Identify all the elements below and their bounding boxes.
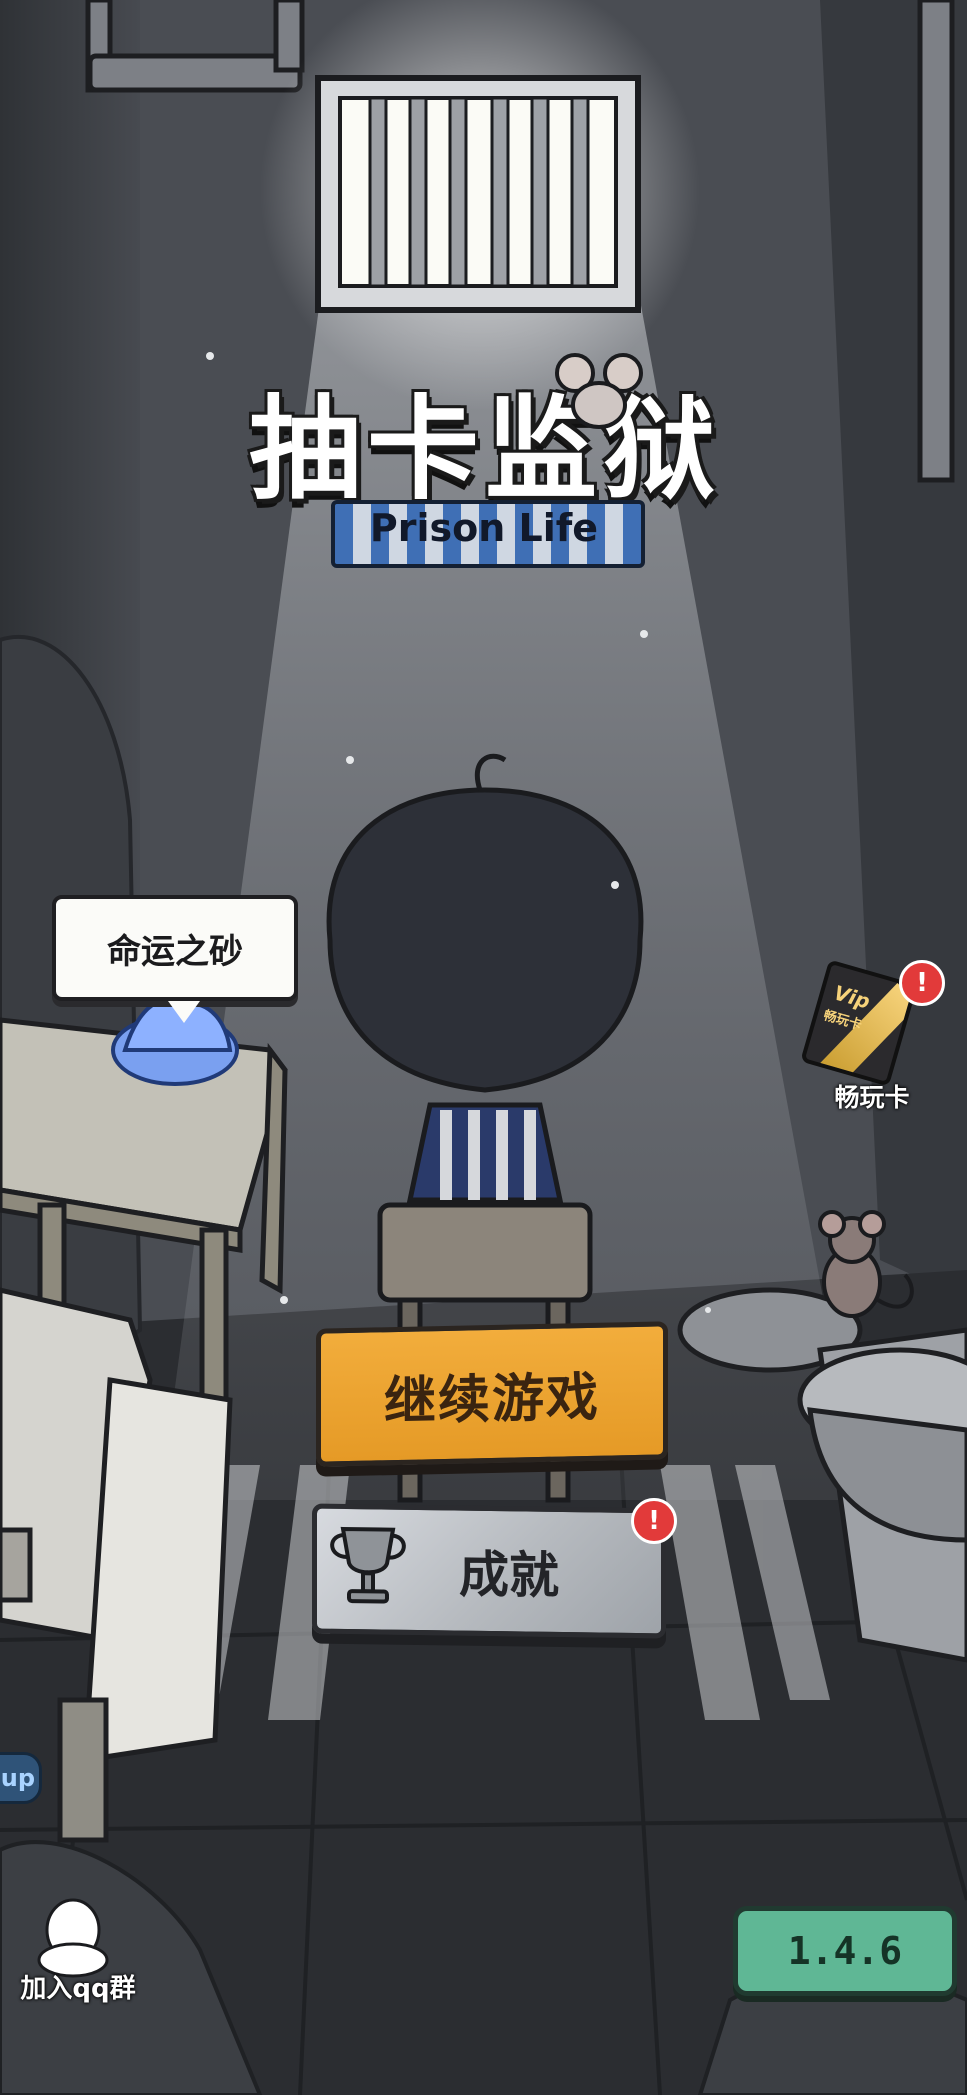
qq-group-button[interactable] (30, 1898, 116, 1978)
game-subtitle: Prison Life (369, 506, 599, 550)
destiny-sand-label: 命运之砂 (107, 931, 243, 972)
vip-pass-button[interactable]: Vip 畅玩卡 ! (800, 959, 945, 1087)
achievements-alert-badge: ! (631, 1498, 677, 1544)
mouse-logo-icon (555, 353, 643, 429)
continue-game-label: 继续游戏 (383, 1367, 600, 1432)
qq-group-label[interactable]: 加入qq群 (8, 1968, 148, 2005)
vip-alert-badge: ! (899, 960, 945, 1006)
side-event-tab-text: up (0, 1764, 35, 1792)
achievements-label: 成就 (459, 1545, 559, 1605)
side-event-tab[interactable]: up (0, 1752, 42, 1804)
trophy-icon (330, 1526, 406, 1604)
version-badge: 1.4.6 (733, 1906, 957, 1996)
qq-penguin-icon (37, 1898, 109, 1978)
destiny-sand-tooltip[interactable]: 命运之砂 (52, 895, 298, 1023)
vip-pass-label: 畅玩卡 (834, 1083, 910, 1112)
continue-game-button[interactable]: 继续游戏 (316, 1321, 668, 1467)
achievements-button[interactable]: 成就 (312, 1503, 666, 1639)
game-title-logo: 抽卡监狱 (249, 385, 721, 515)
version-text: 1.4.6 (787, 1929, 903, 1973)
